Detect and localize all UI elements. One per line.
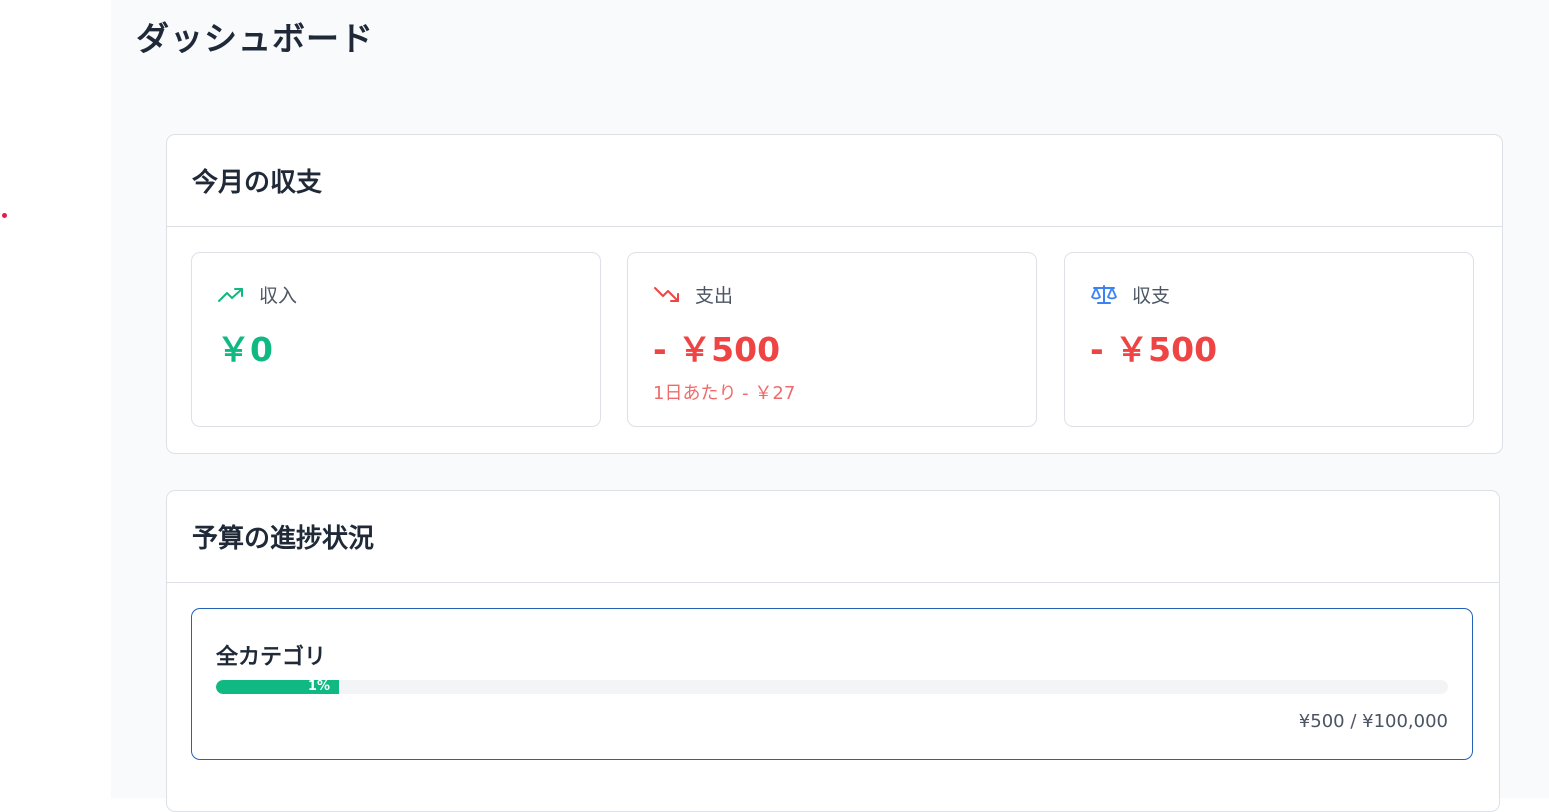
- budget-progress-card: 予算の進捗状況 全カテゴリ 1% ¥500 / ¥100,000: [166, 490, 1500, 812]
- budget-item-all-categories[interactable]: 全カテゴリ 1% ¥500 / ¥100,000: [191, 608, 1473, 760]
- budget-progress-percent: 1%: [307, 680, 330, 694]
- budget-progress-fill: 1%: [216, 680, 339, 694]
- trending-down-icon: [653, 285, 681, 305]
- budget-progress-title: 予算の進捗状況: [192, 524, 375, 554]
- expense-stat-head: 支出: [653, 281, 733, 308]
- balance-stat: 収支 - ￥500: [1064, 252, 1474, 427]
- expense-label: 支出: [695, 285, 734, 307]
- monthly-summary-title: 今月の収支: [192, 168, 323, 198]
- income-value: ￥0: [217, 330, 273, 369]
- main-content: ダッシュボード 今月の収支 収入 ￥0 支出 - ￥500 1日あたり - ￥2…: [111, 0, 1549, 812]
- income-label: 収入: [259, 285, 298, 307]
- page-title: ダッシュボード: [136, 19, 374, 58]
- monthly-summary-card: 今月の収支 収入 ￥0 支出 - ￥500 1日あたり - ￥27 収支 - ￥…: [166, 134, 1503, 454]
- indicator-dot: [2, 213, 7, 218]
- balance-stat-head: 収支: [1090, 281, 1170, 308]
- trending-up-icon: [217, 286, 245, 304]
- income-stat: 収入 ￥0: [191, 252, 601, 427]
- expense-value: - ￥500: [653, 330, 781, 369]
- monthly-summary-header: 今月の収支: [167, 135, 1502, 227]
- expense-stat: 支出 - ￥500 1日あたり - ￥27: [627, 252, 1037, 427]
- budget-category-name: 全カテゴリ: [216, 645, 327, 670]
- budget-amount: ¥500 / ¥100,000: [1298, 711, 1448, 732]
- expense-daily-average: 1日あたり - ￥27: [653, 383, 796, 404]
- scale-icon: [1090, 284, 1118, 306]
- balance-value: - ￥500: [1090, 330, 1218, 369]
- income-stat-head: 収入: [217, 281, 297, 308]
- budget-progress-header: 予算の進捗状況: [167, 491, 1499, 583]
- budget-progress-bar: 1%: [216, 680, 1448, 694]
- balance-label: 収支: [1132, 285, 1171, 307]
